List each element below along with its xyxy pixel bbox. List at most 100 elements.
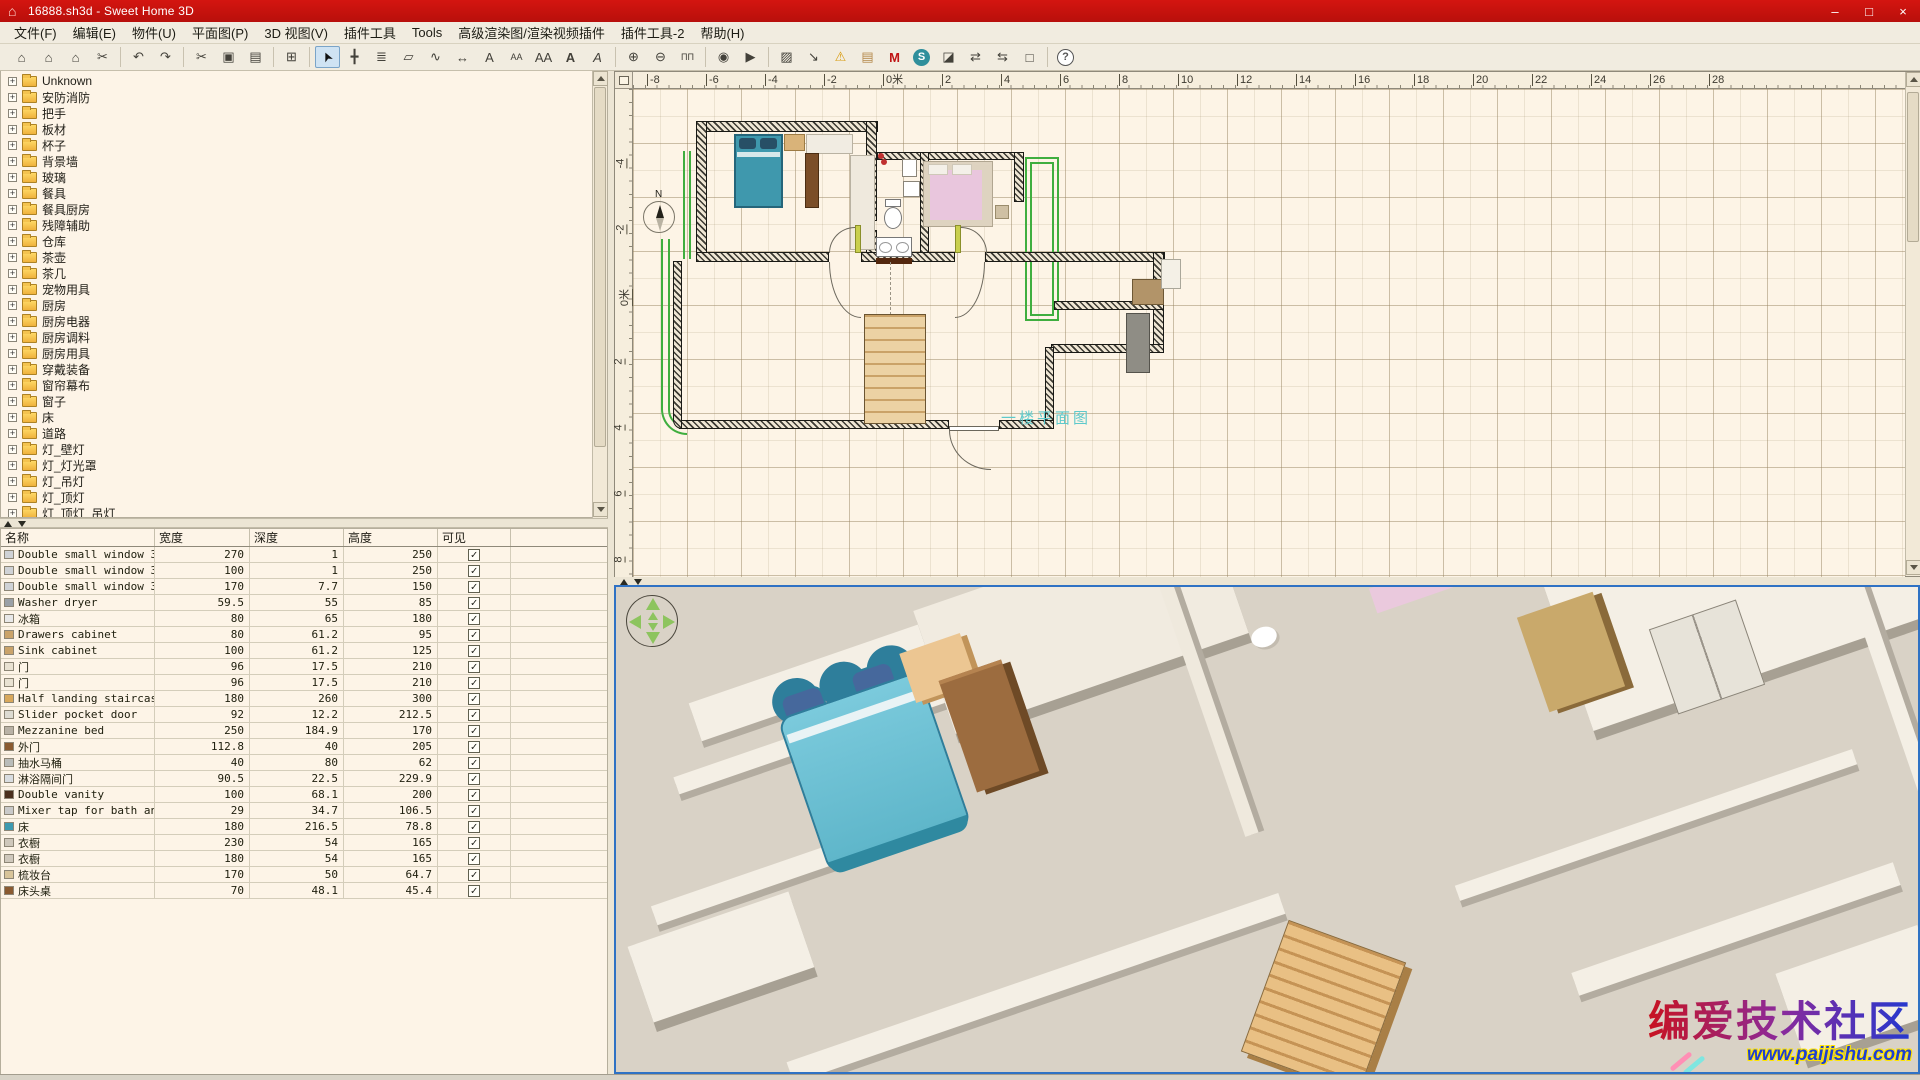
wall[interactable]: [696, 121, 707, 262]
table-row-18[interactable]: 衣橱23054165✓: [1, 835, 607, 851]
tree-item-3[interactable]: +板材: [1, 121, 607, 137]
visible-checkbox[interactable]: ✓: [468, 741, 480, 753]
tree-item-20[interactable]: +窗子: [1, 393, 607, 409]
splitter-down-icon[interactable]: [634, 579, 642, 585]
menu-item-0[interactable]: 文件(F): [6, 21, 65, 44]
plan-3d-splitter[interactable]: [614, 577, 1920, 585]
visible-checkbox[interactable]: ✓: [468, 661, 480, 673]
view-3d[interactable]: 编爱技术社区 www.paijishu.com: [614, 585, 1920, 1074]
visible-checkbox[interactable]: ✓: [468, 869, 480, 881]
expand-icon[interactable]: +: [8, 493, 17, 502]
table-row-3[interactable]: Washer dryer59.55585✓: [1, 595, 607, 611]
table-row-5[interactable]: Drawers cabinet8061.295✓: [1, 627, 607, 643]
tree-item-16[interactable]: +厨房调料: [1, 329, 607, 345]
expand-icon[interactable]: +: [8, 397, 17, 406]
visible-checkbox[interactable]: ✓: [468, 821, 480, 833]
table-row-1[interactable]: Double small window 3x3...1001250✓: [1, 563, 607, 579]
expand-icon[interactable]: +: [8, 461, 17, 470]
toilet-tank-2d[interactable]: [885, 199, 901, 207]
expand-icon[interactable]: +: [8, 141, 17, 150]
wardrobe-2d[interactable]: [805, 153, 819, 208]
undo-button[interactable]: ↶: [126, 46, 151, 68]
minimize-button[interactable]: –: [1818, 0, 1852, 22]
table-row-16[interactable]: Mixer tap for bath and ...2934.7106.5✓: [1, 803, 607, 819]
table-row-7[interactable]: 门9617.5210✓: [1, 659, 607, 675]
valve-2d[interactable]: [878, 153, 888, 163]
expand-icon[interactable]: +: [8, 109, 17, 118]
expand-icon[interactable]: +: [8, 125, 17, 134]
wall-3d[interactable]: [787, 893, 1286, 1074]
splitter-up-icon[interactable]: [4, 521, 12, 527]
toilet-2d[interactable]: [884, 207, 902, 229]
nightstand-2d[interactable]: [995, 205, 1009, 219]
bed-teal-2d[interactable]: [734, 134, 783, 208]
table-row-15[interactable]: Double vanity10068.1200✓: [1, 787, 607, 803]
table-row-6[interactable]: Sink cabinet10061.2125✓: [1, 643, 607, 659]
visible-checkbox[interactable]: ✓: [468, 773, 480, 785]
shower-column-2d[interactable]: [1126, 313, 1150, 373]
menu-item-8[interactable]: 插件工具-2: [613, 21, 693, 44]
table-row-20[interactable]: 梳妆台1705064.7✓: [1, 867, 607, 883]
help-button[interactable]: ?: [1053, 46, 1078, 68]
wall[interactable]: [696, 121, 878, 132]
expand-icon[interactable]: +: [8, 429, 17, 438]
wall[interactable]: [696, 252, 829, 262]
scroll-down-icon[interactable]: [1906, 560, 1920, 575]
add-furniture-button[interactable]: ⊞: [279, 46, 304, 68]
visible-checkbox[interactable]: ✓: [468, 789, 480, 801]
expand-icon[interactable]: +: [8, 349, 17, 358]
menu-item-9[interactable]: 帮助(H): [692, 21, 752, 44]
scroll-thumb[interactable]: [1907, 92, 1919, 242]
add-texts-button[interactable]: A: [477, 46, 502, 68]
expand-icon[interactable]: +: [8, 317, 17, 326]
plan-scrollbar[interactable]: [1905, 72, 1920, 576]
visible-checkbox[interactable]: ✓: [468, 725, 480, 737]
visible-checkbox[interactable]: ✓: [468, 805, 480, 817]
redo-button[interactable]: ↷: [153, 46, 178, 68]
tree-item-11[interactable]: +茶壶: [1, 249, 607, 265]
visible-checkbox[interactable]: ✓: [468, 597, 480, 609]
maximize-button[interactable]: □: [1852, 0, 1886, 22]
tree-item-13[interactable]: +宠物用具: [1, 281, 607, 297]
catalog-scrollbar[interactable]: [592, 71, 607, 518]
staircase-2d[interactable]: [864, 314, 926, 424]
plugin-transform-b-button[interactable]: ⇆: [990, 46, 1015, 68]
table-row-13[interactable]: 抽水马桶408062✓: [1, 755, 607, 771]
column-header-1[interactable]: 宽度: [155, 529, 250, 546]
tree-item-15[interactable]: +厨房电器: [1, 313, 607, 329]
visible-checkbox[interactable]: ✓: [468, 709, 480, 721]
navigation-pad[interactable]: [626, 595, 678, 647]
nav-center-down-icon[interactable]: [648, 623, 658, 631]
nav-down-icon[interactable]: [646, 632, 660, 644]
table-row-17[interactable]: 床180216.578.8✓: [1, 819, 607, 835]
pink-bed-3d[interactable]: [1369, 585, 1453, 613]
table-row-10[interactable]: Slider pocket door9212.2212.5✓: [1, 707, 607, 723]
nav-center-up-icon[interactable]: [648, 612, 658, 620]
table-row-11[interactable]: Mezzanine bed250184.9170✓: [1, 723, 607, 739]
closet-2d[interactable]: [806, 134, 853, 154]
tree-item-24[interactable]: +灯_灯光罩: [1, 457, 607, 473]
create-walls-button[interactable]: ≣: [369, 46, 394, 68]
cabinet-2d[interactable]: [784, 134, 805, 151]
tree-item-23[interactable]: +灯_壁灯: [1, 441, 607, 457]
tree-item-10[interactable]: +仓库: [1, 233, 607, 249]
wall[interactable]: [877, 152, 1023, 160]
table-row-14[interactable]: 淋浴隔间门90.522.5229.9✓: [1, 771, 607, 787]
table-row-12[interactable]: 外门112.840205✓: [1, 739, 607, 755]
cut-button[interactable]: ✂: [189, 46, 214, 68]
scroll-down-icon[interactable]: [593, 502, 608, 517]
zoom-in-button[interactable]: ⊕: [621, 46, 646, 68]
cabinet-brown-2d[interactable]: [1132, 279, 1164, 305]
menu-item-6[interactable]: Tools: [404, 23, 450, 42]
expand-icon[interactable]: +: [8, 301, 17, 310]
toggle-bold-button[interactable]: A: [558, 46, 583, 68]
plugin-photo-button[interactable]: ◪: [936, 46, 961, 68]
visible-checkbox[interactable]: ✓: [468, 629, 480, 641]
visible-checkbox[interactable]: ✓: [468, 645, 480, 657]
tree-item-19[interactable]: +窗帘幕布: [1, 377, 607, 393]
toilet-3d[interactable]: [1248, 623, 1279, 650]
scroll-thumb[interactable]: [594, 87, 606, 447]
expand-icon[interactable]: +: [8, 93, 17, 102]
decrease-text-size-button[interactable]: AA: [504, 46, 529, 68]
floor-plan-label[interactable]: 一楼平面图: [1001, 407, 1091, 428]
